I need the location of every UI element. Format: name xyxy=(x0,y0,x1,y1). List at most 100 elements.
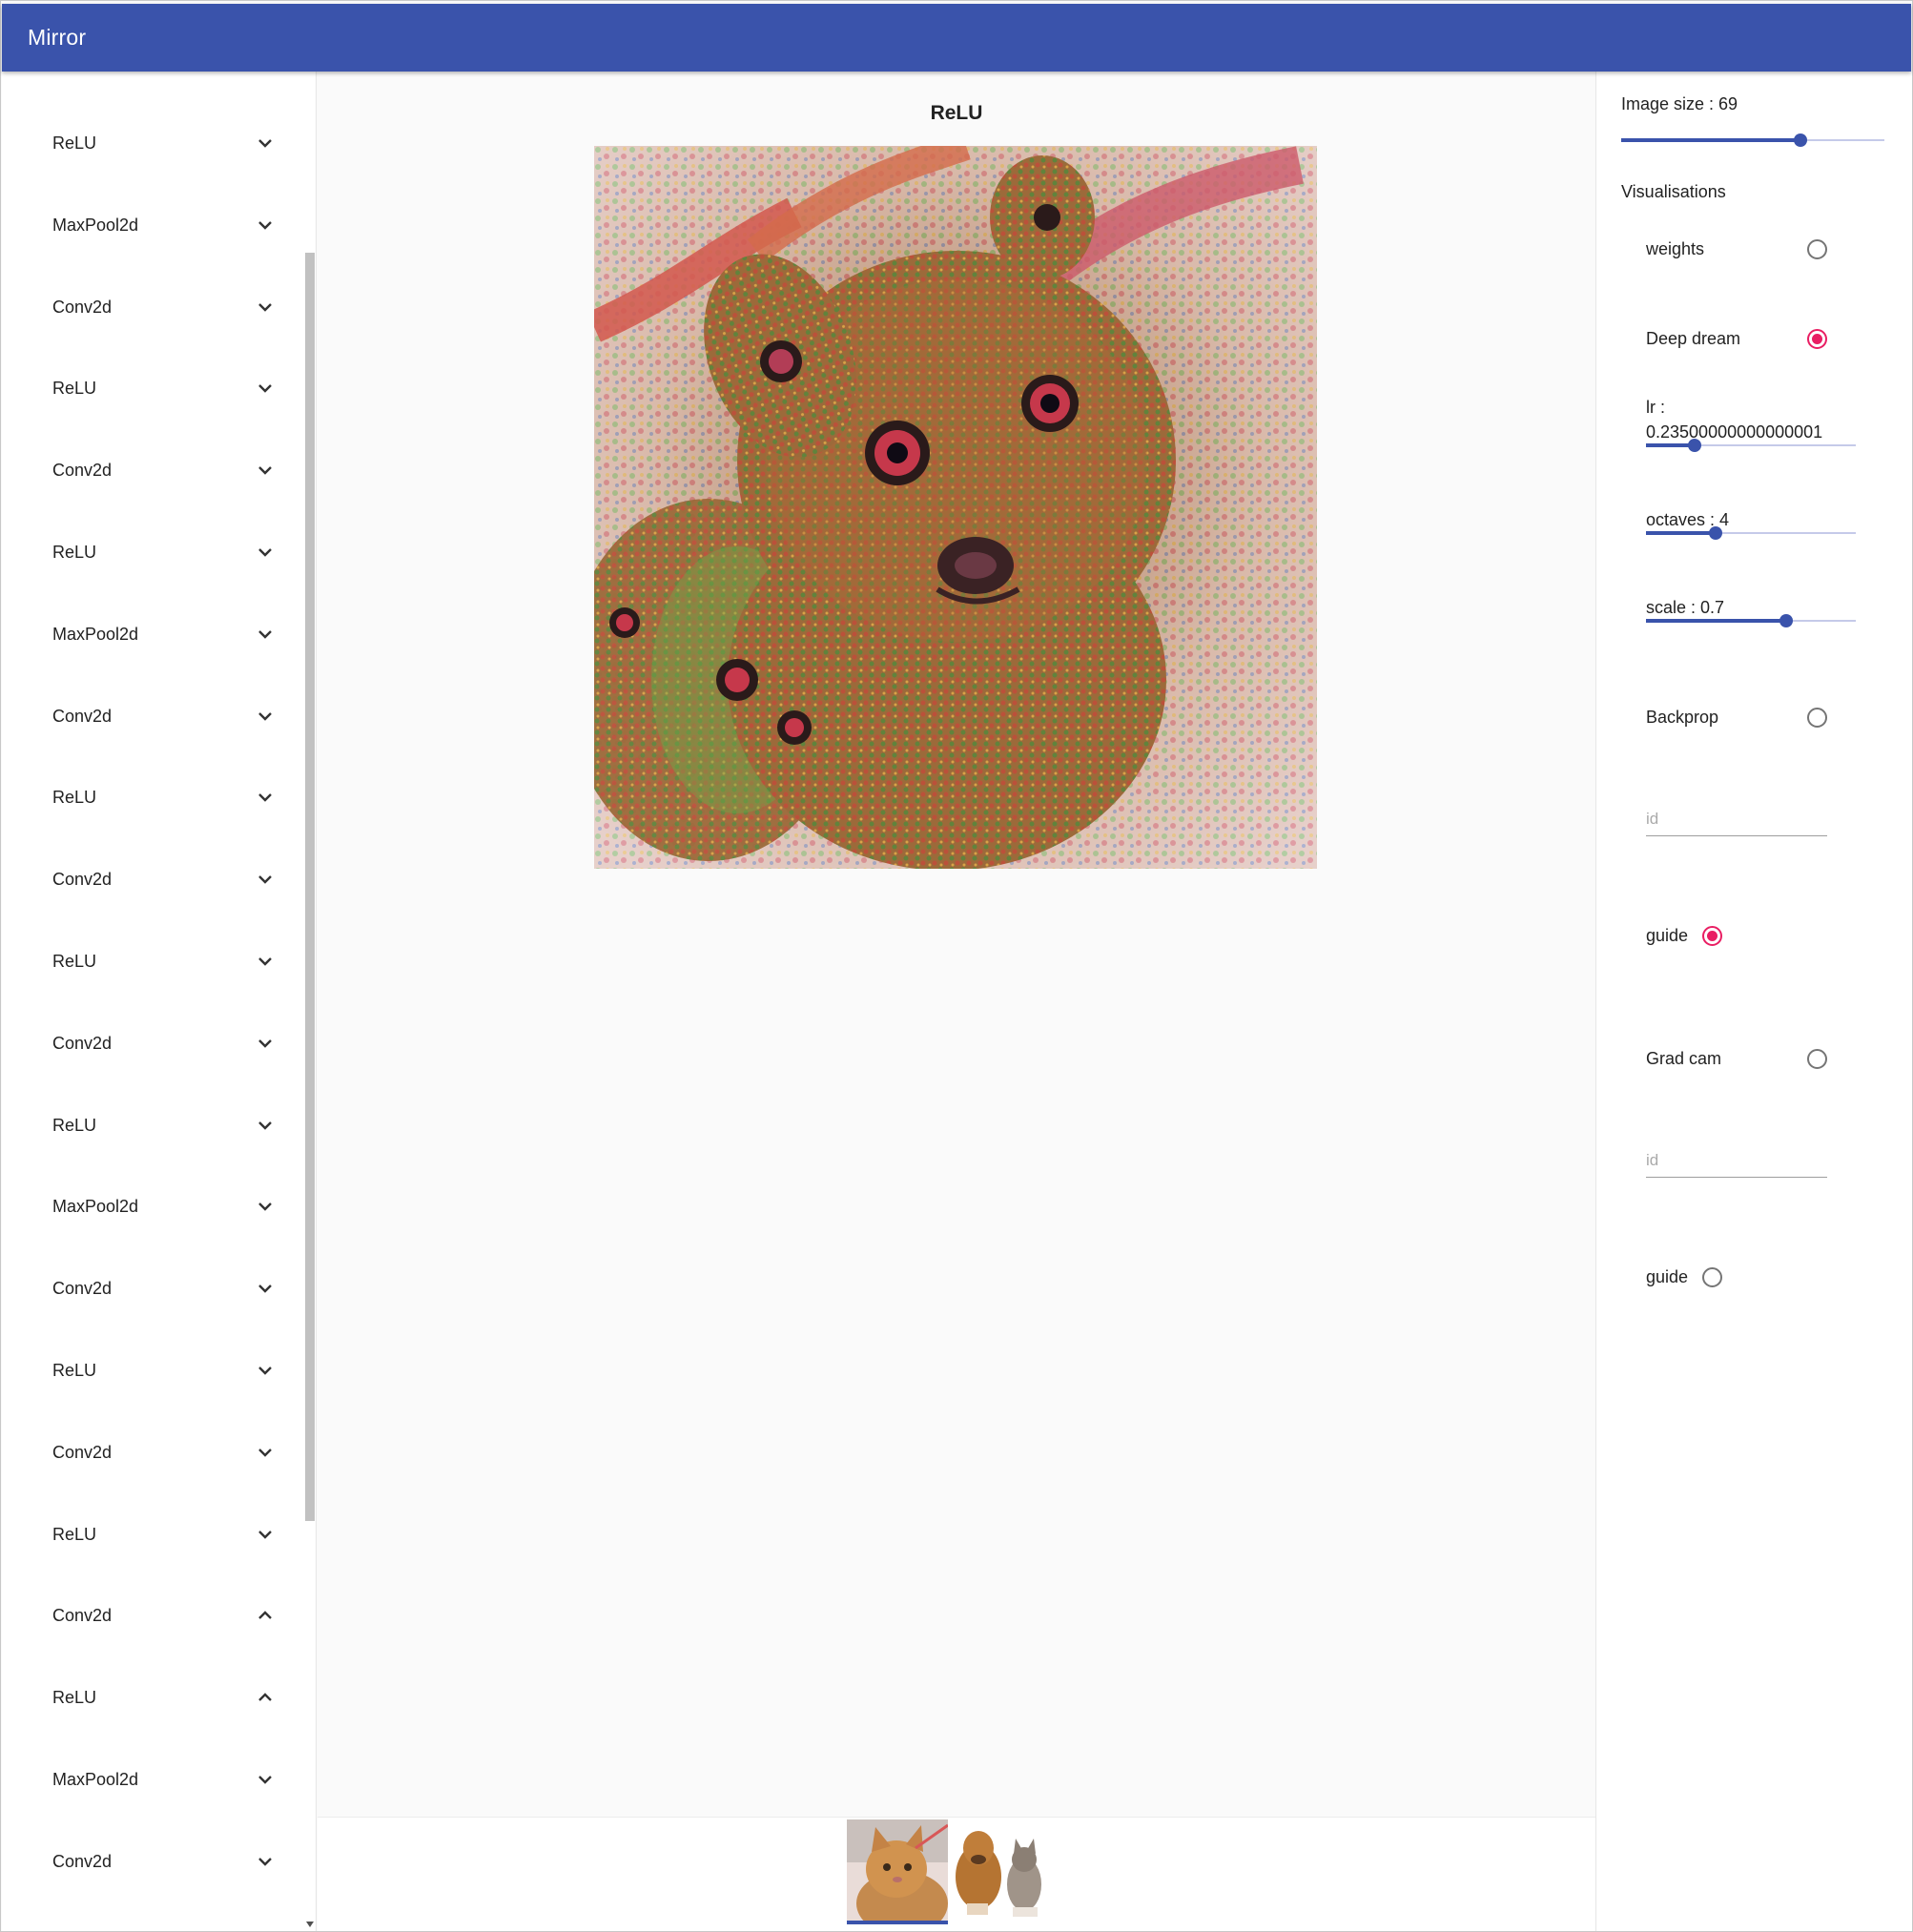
deep-dream-image xyxy=(594,146,1317,869)
chevron-down-icon[interactable] xyxy=(256,216,275,235)
layer-item[interactable]: Conv2d xyxy=(2,837,303,919)
chevron-down-icon[interactable] xyxy=(256,461,275,480)
chevron-down-icon[interactable] xyxy=(256,379,275,398)
layer-item[interactable]: Conv2d xyxy=(2,265,303,347)
chevron-down-icon[interactable] xyxy=(256,1361,275,1380)
slider-fill xyxy=(1621,138,1800,142)
weights-label: weights xyxy=(1646,239,1705,258)
image-size-slider[interactable] xyxy=(1621,131,1884,150)
weights-radio[interactable] xyxy=(1807,239,1827,259)
grad-cam-id-input[interactable] xyxy=(1646,1143,1827,1178)
backprop-radio[interactable] xyxy=(1807,708,1827,728)
slider-thumb[interactable] xyxy=(1687,439,1701,452)
layer-item[interactable]: ReLU xyxy=(2,1655,303,1737)
layer-item[interactable]: Conv2d xyxy=(2,1246,303,1328)
layer-item[interactable]: ReLU xyxy=(2,1083,303,1165)
backprop-id-input[interactable] xyxy=(1646,802,1827,836)
layer-label: Conv2d xyxy=(52,870,113,890)
chevron-down-icon[interactable] xyxy=(256,1852,275,1871)
octaves-slider[interactable] xyxy=(1646,524,1856,543)
layer-item[interactable]: ReLU xyxy=(2,346,303,428)
cat-photo-icon xyxy=(847,1819,948,1924)
layer-label: ReLU xyxy=(52,1360,97,1380)
layer-item[interactable]: Conv2d xyxy=(2,1410,303,1492)
image-size-label: Image size : 69 xyxy=(1621,94,1738,113)
layer-item[interactable]: Conv2d xyxy=(2,1573,303,1655)
deep-dream-image-graphic xyxy=(594,146,1317,869)
lr-label: lr : xyxy=(1646,398,1665,417)
layer-label: Conv2d xyxy=(52,1851,113,1871)
layer-item[interactable]: Conv2d xyxy=(2,1819,303,1901)
chevron-down-icon[interactable] xyxy=(256,1443,275,1462)
layer-item[interactable]: ReLU xyxy=(2,755,303,837)
grad-cam-label: Grad cam xyxy=(1646,1049,1722,1068)
scroll-down-arrow-icon[interactable] xyxy=(306,1922,314,1927)
layer-item[interactable]: MaxPool2d xyxy=(2,183,303,265)
layer-label: ReLU xyxy=(52,788,97,808)
scrollbar-thumb[interactable] xyxy=(305,253,315,1521)
layer-label: MaxPool2d xyxy=(52,215,139,235)
sidebar-scrollbar[interactable] xyxy=(303,72,316,1931)
grad-cam-radio[interactable] xyxy=(1807,1049,1827,1069)
layer-label: Conv2d xyxy=(52,1033,113,1053)
layer-item[interactable]: ReLU xyxy=(2,919,303,1001)
grad-cam-guide-radio[interactable] xyxy=(1702,1267,1722,1287)
backprop-label: Backprop xyxy=(1646,708,1719,727)
thumbnail-cat[interactable] xyxy=(847,1819,948,1924)
chevron-down-icon[interactable] xyxy=(256,707,275,726)
layer-label: Conv2d xyxy=(52,1442,113,1462)
scale-slider[interactable] xyxy=(1646,611,1856,630)
slider-thumb[interactable] xyxy=(1779,614,1794,627)
thumbnail-dog-and-cat[interactable] xyxy=(950,1819,1051,1924)
lr-slider[interactable] xyxy=(1646,436,1856,455)
app-bar: Mirror xyxy=(2,4,1911,72)
chevron-down-icon[interactable] xyxy=(256,788,275,807)
dog-and-cat-photo-icon xyxy=(950,1819,1051,1924)
app-title: Mirror xyxy=(28,25,87,50)
chevron-down-icon[interactable] xyxy=(256,1525,275,1544)
chevron-up-icon[interactable] xyxy=(256,1606,275,1625)
chevron-down-icon[interactable] xyxy=(256,1116,275,1135)
layer-label: Conv2d xyxy=(52,706,113,726)
chevron-down-icon[interactable] xyxy=(256,134,275,153)
chevron-down-icon[interactable] xyxy=(256,870,275,889)
layer-label: ReLU xyxy=(52,1115,97,1135)
main-visualisation-area: ReLU xyxy=(318,72,1595,1817)
layer-label: Conv2d xyxy=(52,1606,113,1626)
slider-thumb[interactable] xyxy=(1793,134,1807,147)
layer-list: ReLU MaxPool2d Conv2d ReLU Conv2d ReLU MaxPool… xyxy=(2,101,303,1901)
chevron-down-icon[interactable] xyxy=(256,952,275,971)
layer-item[interactable]: Conv2d xyxy=(2,1001,303,1083)
slider-fill xyxy=(1646,619,1787,623)
layer-item[interactable]: MaxPool2d xyxy=(2,592,303,674)
layer-item[interactable]: Conv2d xyxy=(2,428,303,510)
chevron-down-icon[interactable] xyxy=(256,1034,275,1053)
chevron-down-icon[interactable] xyxy=(256,298,275,317)
backprop-guide-label: guide xyxy=(1646,926,1689,945)
layer-label: ReLU xyxy=(52,379,97,399)
layers-sidebar: ReLU MaxPool2d Conv2d ReLU Conv2d ReLU MaxPool… xyxy=(2,72,317,1931)
chevron-down-icon[interactable] xyxy=(256,1770,275,1789)
layer-item[interactable]: Conv2d xyxy=(2,674,303,756)
chevron-down-icon[interactable] xyxy=(256,543,275,562)
settings-panel: Image size : 69 Visualisations weights D… xyxy=(1595,72,1912,1931)
layer-item[interactable]: ReLU xyxy=(2,1492,303,1574)
layer-item[interactable]: ReLU xyxy=(2,101,303,183)
layer-item[interactable]: ReLU xyxy=(2,1328,303,1410)
layer-label: ReLU xyxy=(52,951,97,971)
chevron-up-icon[interactable] xyxy=(256,1688,275,1707)
layer-item[interactable]: MaxPool2d xyxy=(2,1164,303,1246)
slider-thumb[interactable] xyxy=(1708,526,1722,540)
layer-item[interactable]: ReLU xyxy=(2,510,303,592)
layer-item[interactable]: MaxPool2d xyxy=(2,1737,303,1819)
layer-title: ReLU xyxy=(930,102,983,124)
chevron-down-icon[interactable] xyxy=(256,1197,275,1216)
chevron-down-icon[interactable] xyxy=(256,625,275,644)
deep-dream-radio[interactable] xyxy=(1807,329,1827,349)
chevron-down-icon[interactable] xyxy=(256,1279,275,1298)
backprop-guide-radio[interactable] xyxy=(1702,926,1722,946)
layer-label: Conv2d xyxy=(52,1279,113,1299)
slider-fill xyxy=(1646,531,1716,535)
layer-label: Conv2d xyxy=(52,461,113,481)
layer-label: ReLU xyxy=(52,1524,97,1544)
